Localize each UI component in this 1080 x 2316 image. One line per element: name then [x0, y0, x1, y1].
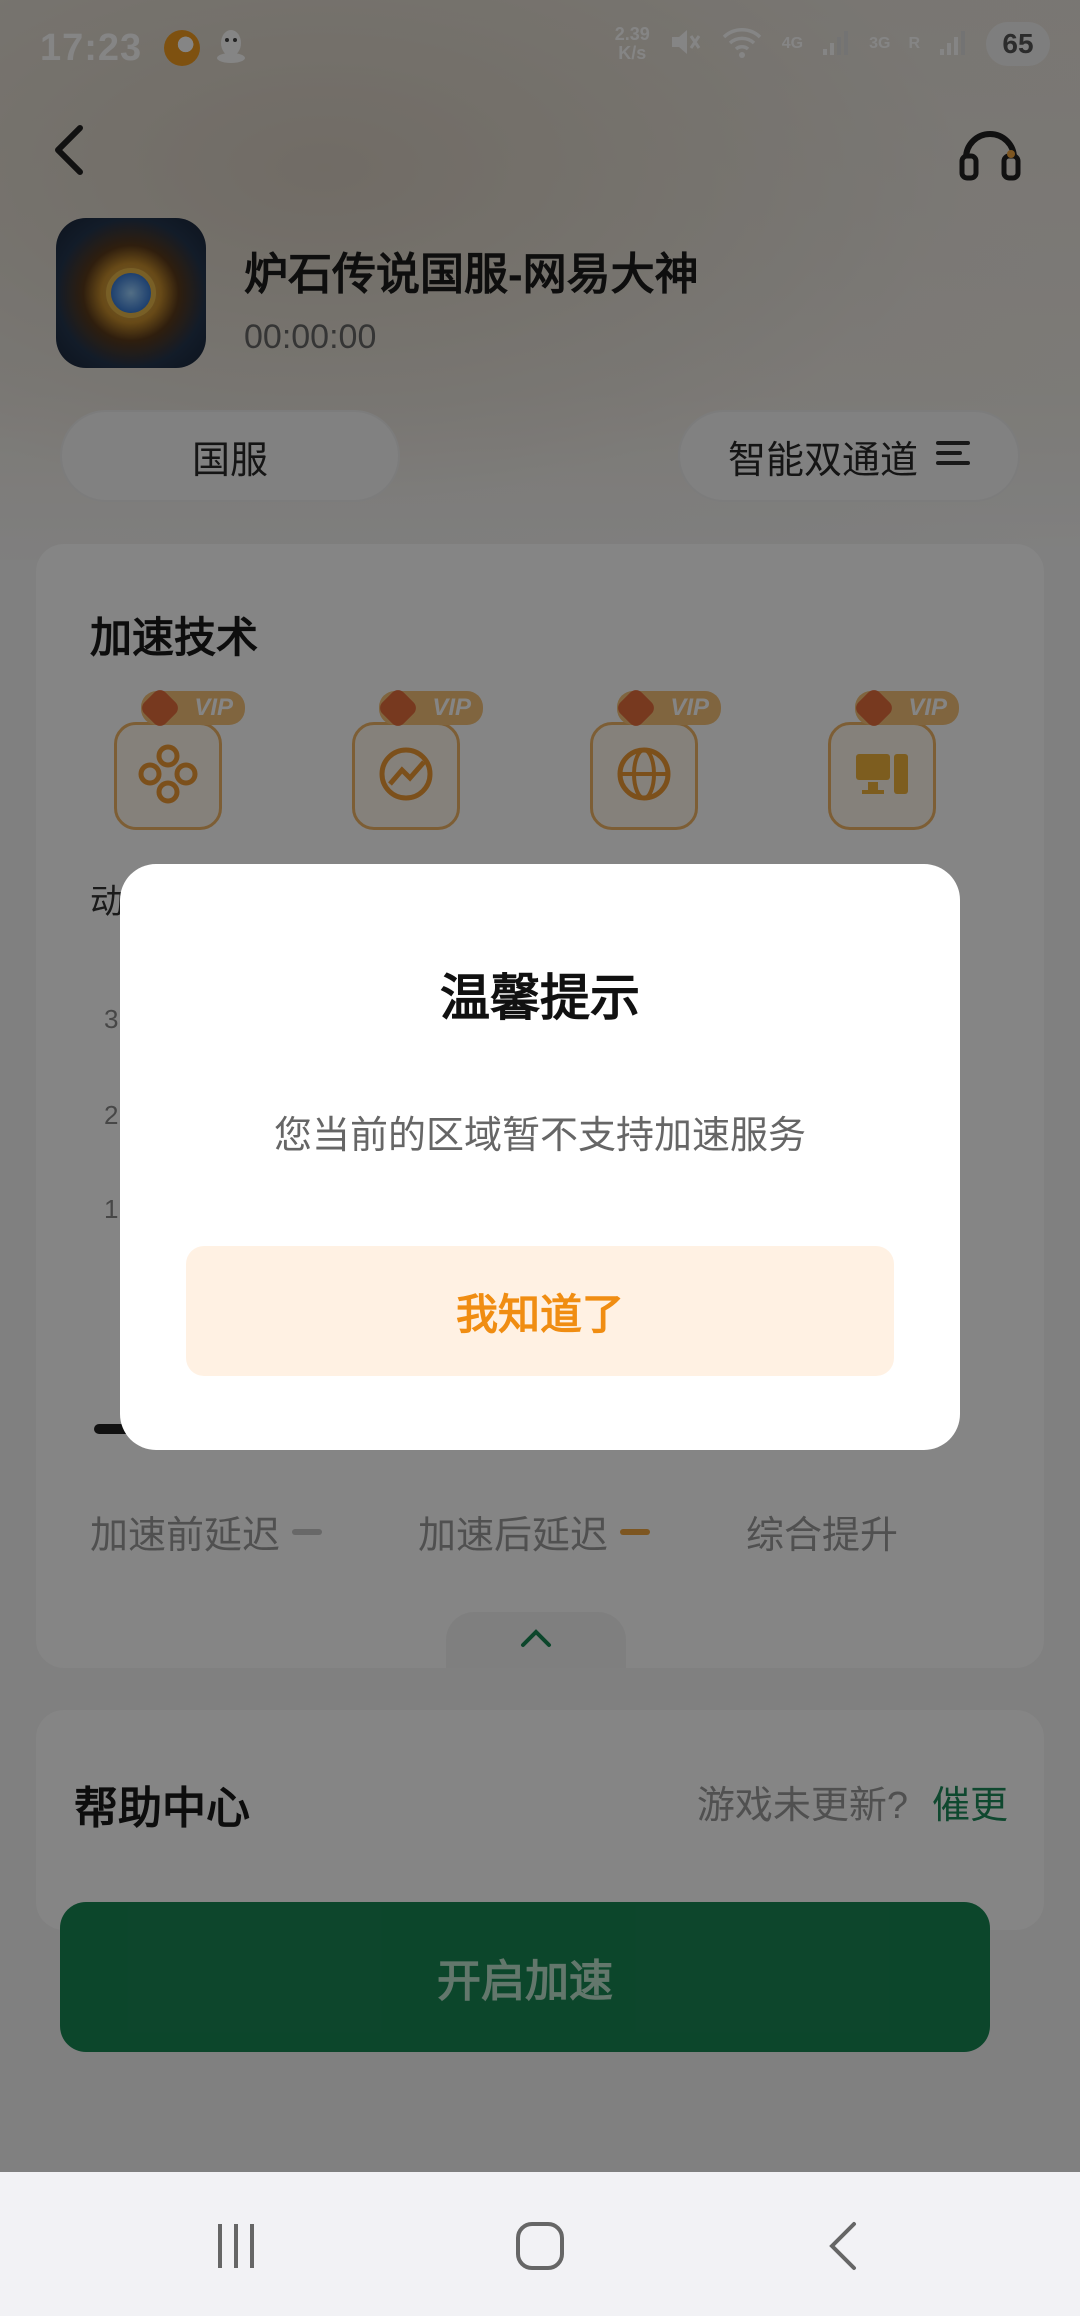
recent-apps-icon[interactable]	[206, 2216, 266, 2276]
system-back-icon[interactable]	[816, 2216, 876, 2276]
dialog-message: 您当前的区域暂不支持加速服务	[273, 1115, 806, 1157]
dialog-title: 温馨提示	[440, 970, 640, 1026]
acknowledge-button[interactable]: 我知道了	[186, 1246, 894, 1376]
system-navigation-bar	[0, 2172, 1080, 2316]
home-icon[interactable]	[510, 2216, 570, 2276]
notice-dialog: 温馨提示 您当前的区域暂不支持加速服务 我知道了	[120, 864, 960, 1450]
